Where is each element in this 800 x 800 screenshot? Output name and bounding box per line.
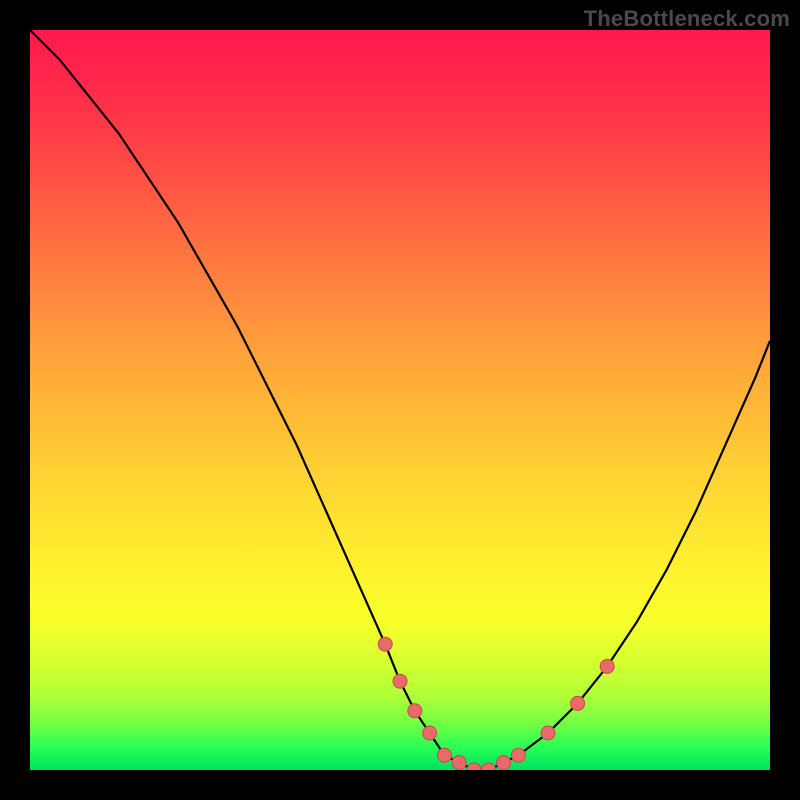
curve-marker	[600, 659, 614, 673]
curve-marker	[541, 726, 555, 740]
curve-markers	[378, 637, 614, 770]
curve-marker	[393, 674, 407, 688]
curve-marker	[408, 704, 422, 718]
curve-marker	[482, 763, 496, 770]
curve-marker	[437, 748, 451, 762]
curve-line	[30, 30, 770, 770]
bottleneck-curve-plot	[30, 30, 770, 770]
curve-marker	[467, 763, 481, 770]
curve-marker	[378, 637, 392, 651]
watermark-text: TheBottleneck.com	[584, 6, 790, 32]
curve-marker	[452, 756, 466, 770]
curve-marker	[423, 726, 437, 740]
curve-marker	[497, 756, 511, 770]
curve-marker	[571, 696, 585, 710]
curve-marker	[511, 748, 525, 762]
